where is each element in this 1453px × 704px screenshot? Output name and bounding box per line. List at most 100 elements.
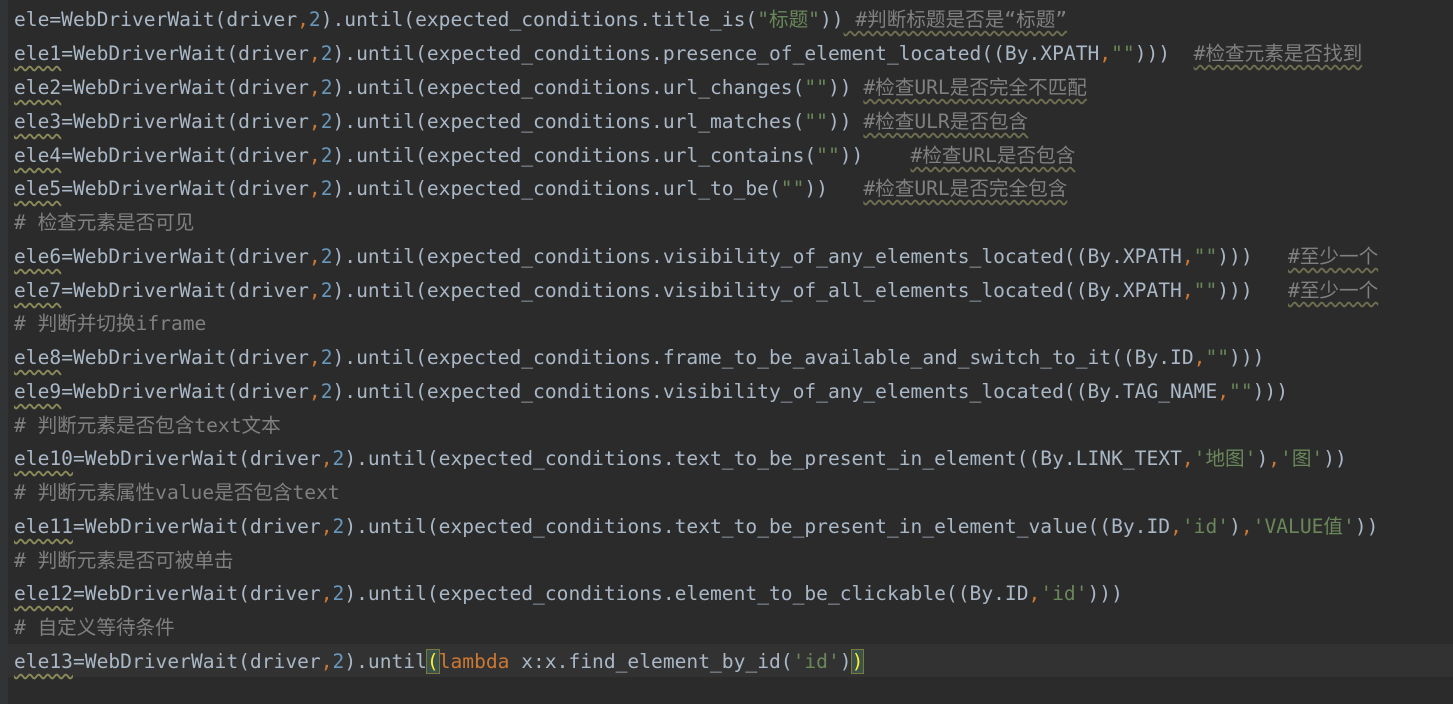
variable-name: ele11 xyxy=(14,515,73,538)
code-line[interactable]: ele9=WebDriverWait(driver,2).until(expec… xyxy=(14,375,1288,408)
variable-name: ele4 xyxy=(14,144,62,167)
call-text: )) xyxy=(827,76,864,99)
line-comment: # 判断元素是否包含text文本 xyxy=(14,414,281,437)
comma: , xyxy=(1268,447,1281,470)
number-literal: 2 xyxy=(332,515,345,538)
code-editor[interactable]: ele=WebDriverWait(driver,2).until(expect… xyxy=(0,0,1453,704)
string-literal: 'id' xyxy=(1181,515,1230,538)
comma: , xyxy=(1181,245,1194,268)
comma: , xyxy=(308,279,321,302)
variable-name: ele1 xyxy=(14,42,62,65)
call-text: )) xyxy=(819,8,844,31)
inline-comment: #检查元素是否找到 xyxy=(1193,42,1363,65)
call-text: ).until(expected_conditions.visibility_o… xyxy=(332,380,1218,403)
string-literal: "" xyxy=(1193,245,1218,268)
code-line[interactable]: ele4=WebDriverWait(driver,2).until(expec… xyxy=(14,139,1075,172)
call-text: )) xyxy=(827,110,864,133)
call-text: ))) xyxy=(1217,245,1289,268)
call-text: ).until(expected_conditions.text_to_be_p… xyxy=(344,447,1182,470)
string-literal: 'id' xyxy=(792,650,840,673)
number-literal: 2 xyxy=(320,42,333,65)
call-text: ).until(expected_conditions.url_to_be( xyxy=(332,177,781,200)
code-line[interactable]: ele2=WebDriverWait(driver,2).until(expec… xyxy=(14,71,1087,104)
code-line-current[interactable]: ele13=WebDriverWait(driver,2).until(lamb… xyxy=(14,645,865,678)
number-literal: 2 xyxy=(320,346,333,369)
code-line[interactable]: ele10=WebDriverWait(driver,2).until(expe… xyxy=(14,442,1347,475)
call-text: =WebDriverWait(driver xyxy=(61,177,309,200)
code-line[interactable]: ele7=WebDriverWait(driver,2).until(expec… xyxy=(14,274,1378,307)
comma: , xyxy=(308,380,321,403)
code-line[interactable]: ele8=WebDriverWait(driver,2).until(expec… xyxy=(14,341,1264,374)
string-literal: 'VALUE值' xyxy=(1252,515,1355,538)
variable-name: ele2 xyxy=(14,76,62,99)
call-text: ))) xyxy=(1087,582,1123,605)
code-line[interactable]: ele=WebDriverWait(driver,2).until(expect… xyxy=(14,3,1067,36)
code-line[interactable]: # 判断元素是否包含text文本 xyxy=(14,409,281,442)
comma: , xyxy=(308,144,321,167)
variable-name: ele13 xyxy=(14,650,73,673)
comma: , xyxy=(1181,279,1194,302)
string-literal: "" xyxy=(804,110,828,133)
call-text: ).until(expected_conditions.visibility_o… xyxy=(332,245,1182,268)
matched-paren-close: ) xyxy=(850,649,865,674)
call-text: ))) xyxy=(1217,279,1289,302)
string-literal: "" xyxy=(1205,346,1230,369)
call-text: ).until(expected_conditions.frame_to_be_… xyxy=(332,346,1194,369)
call-text: =WebDriverWait(driver xyxy=(72,650,321,673)
inline-comment: #判断标题是否是“标题” xyxy=(843,8,1068,31)
number-literal: 2 xyxy=(320,76,333,99)
line-comment: # 判断并切换iframe xyxy=(14,312,207,335)
inline-comment: #至少一个 xyxy=(1288,245,1379,268)
code-line[interactable]: # 判断并切换iframe xyxy=(14,307,206,340)
string-literal: '地图' xyxy=(1193,447,1257,470)
code-line[interactable]: ele5=WebDriverWait(driver,2).until(expec… xyxy=(14,172,1067,205)
code-line[interactable]: # 检查元素是否可见 xyxy=(14,206,194,239)
code-line[interactable]: ele1=WebDriverWait(driver,2).until(expec… xyxy=(14,37,1362,70)
comma: , xyxy=(1217,380,1230,403)
call-text: =WebDriverWait(driver xyxy=(61,144,309,167)
comma: , xyxy=(320,582,333,605)
call-text: )) xyxy=(1354,515,1379,538)
call-text: ).until(expected_conditions.text_to_be_p… xyxy=(344,515,1171,538)
inline-comment: #检查URL是否包含 xyxy=(910,144,1076,167)
inline-comment: #检查ULR是否包含 xyxy=(863,110,1029,133)
string-literal: "" xyxy=(780,177,805,200)
call-text: =WebDriverWait(driver xyxy=(61,110,309,133)
code-line[interactable]: ele3=WebDriverWait(driver,2).until(expec… xyxy=(14,105,1028,138)
call-text: ).until xyxy=(344,650,427,673)
variable-name: ele6 xyxy=(14,245,62,268)
call-text: ).until(expected_conditions.url_contains… xyxy=(332,144,817,167)
call-text: =WebDriverWait(driver xyxy=(61,380,309,403)
call-text: )) xyxy=(839,144,911,167)
comma: , xyxy=(1193,346,1206,369)
call-text: =WebDriverWait(driver xyxy=(61,76,309,99)
string-literal: "" xyxy=(1229,380,1253,403)
inline-comment: #检查URL是否完全不匹配 xyxy=(863,76,1087,99)
code-line[interactable]: ele6=WebDriverWait(driver,2).until(expec… xyxy=(14,240,1378,273)
line-comment: # 检查元素是否可见 xyxy=(14,211,195,234)
string-literal: "" xyxy=(816,144,840,167)
call-text: =WebDriverWait(driver xyxy=(72,515,321,538)
comma: , xyxy=(320,650,333,673)
code-line[interactable]: # 判断元素是否可被单击 xyxy=(14,544,234,577)
comma: , xyxy=(1181,447,1194,470)
comma: , xyxy=(1240,515,1253,538)
call-text: ) xyxy=(1229,515,1241,538)
line-comment: # 自定义等待条件 xyxy=(14,616,175,639)
code-line[interactable]: ele11=WebDriverWait(driver, 2).until(expe… xyxy=(14,510,1378,543)
string-literal: '图' xyxy=(1280,447,1324,470)
call-text: =WebDriverWait(driver xyxy=(72,582,321,605)
comma: , xyxy=(308,346,321,369)
call-text: ).until(expected_conditions.url_matches( xyxy=(332,110,805,133)
call-text: =WebDriverWait(driver xyxy=(61,279,309,302)
string-literal: "标题" xyxy=(757,8,820,31)
call-text: ).until(expected_conditions.element_to_b… xyxy=(344,582,1029,605)
code-line[interactable]: ele12=WebDriverWait(driver,2).until(expe… xyxy=(14,577,1123,610)
comma: , xyxy=(308,245,321,268)
code-line[interactable]: # 自定义等待条件 xyxy=(14,611,175,644)
variable-name: ele3 xyxy=(14,110,62,133)
variable-name: ele12 xyxy=(14,582,73,605)
call-text: )) xyxy=(1323,447,1347,470)
code-line[interactable]: # 判断元素属性value是否包含text xyxy=(14,476,340,509)
string-literal: "" xyxy=(804,76,828,99)
